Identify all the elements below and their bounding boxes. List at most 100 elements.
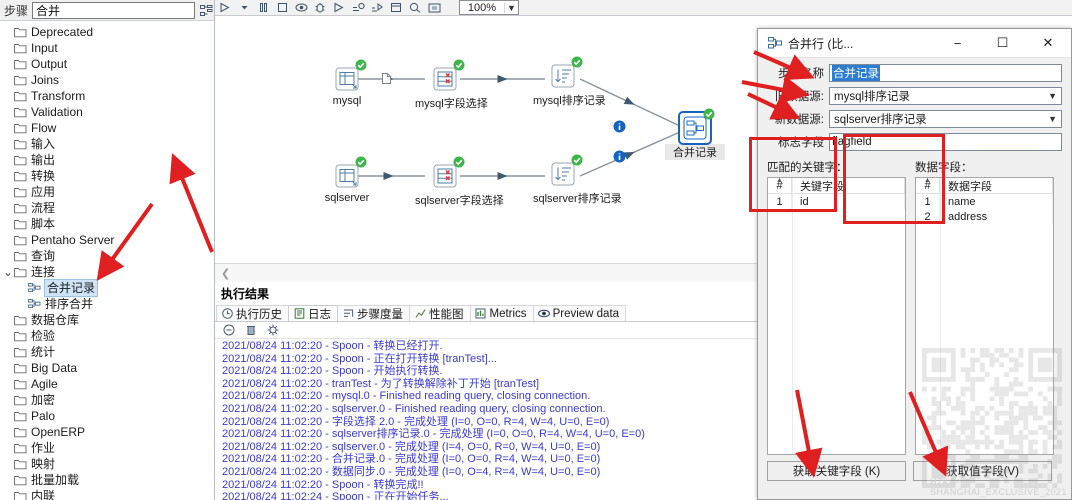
pause-icon[interactable] — [255, 0, 271, 15]
chevron-right-icon[interactable] — [2, 40, 14, 56]
dialog-title-bar[interactable]: 合并行 (比... − ☐ ✕ — [758, 29, 1071, 58]
steps-search-input[interactable] — [32, 2, 195, 19]
chevron-right-icon[interactable] — [2, 24, 14, 40]
chevron-right-icon[interactable] — [2, 392, 14, 408]
canvas-node-sqlserver-sort[interactable]: sqlserver排序记录 — [533, 159, 593, 206]
tree-item-folder[interactable]: Pentaho Server — [0, 232, 214, 248]
debug-icon[interactable] — [312, 0, 328, 15]
chevron-right-icon[interactable] — [2, 168, 14, 184]
sql-icon[interactable] — [407, 0, 423, 15]
tree-item-folder[interactable]: 数据仓库 — [0, 312, 214, 328]
select-values-icon[interactable] — [430, 161, 460, 191]
tab-3[interactable]: 步骤度量 — [337, 305, 410, 321]
tree-item-folder[interactable]: 内联 — [0, 488, 214, 500]
grid-col-index[interactable]: ▲# — [916, 178, 940, 194]
grid-row[interactable]: 2address — [916, 209, 1053, 224]
tab-4[interactable]: 性能图 — [409, 305, 471, 321]
chevron-right-icon[interactable] — [2, 72, 14, 88]
analyze-icon[interactable] — [369, 0, 385, 15]
chevron-right-icon[interactable] — [2, 440, 14, 456]
chevron-right-icon[interactable] — [2, 184, 14, 200]
field-combo[interactable]: mysql排序记录▼ — [829, 87, 1062, 105]
tree-item-folder[interactable]: 脚本 — [0, 216, 214, 232]
field-input[interactable]: 合并记录 — [829, 64, 1062, 82]
chevron-right-icon[interactable] — [2, 376, 14, 392]
sort-rows-icon[interactable] — [548, 61, 578, 91]
canvas-node-sqlserver[interactable]: sqlserver — [317, 161, 377, 204]
tab-2[interactable]: 日志 — [288, 305, 338, 321]
chevron-right-icon[interactable] — [2, 312, 14, 328]
chevron-right-icon[interactable] — [2, 232, 14, 248]
chevron-right-icon[interactable] — [2, 56, 14, 72]
tree-item-folder[interactable]: Validation — [0, 104, 214, 120]
chevron-right-icon[interactable] — [2, 104, 14, 120]
chevron-right-icon[interactable] — [2, 488, 14, 500]
run-icon[interactable] — [217, 0, 233, 15]
chevron-right-icon[interactable] — [2, 248, 14, 264]
chevron-right-icon[interactable] — [2, 216, 14, 232]
chevron-right-icon[interactable] — [2, 120, 14, 136]
tree-item-folder[interactable]: Palo — [0, 408, 214, 424]
table-input-icon[interactable] — [332, 64, 362, 94]
chevron-down-icon[interactable]: ⌄ — [2, 264, 14, 280]
chevron-right-icon[interactable] — [2, 456, 14, 472]
tree-item-folder[interactable]: 检验 — [0, 328, 214, 344]
table-input-icon[interactable] — [332, 161, 362, 191]
chevron-right-icon[interactable] — [2, 88, 14, 104]
preview-icon[interactable] — [293, 0, 309, 15]
canvas-node-merge[interactable]: 合并记录 — [665, 113, 725, 160]
chevron-right-icon[interactable] — [2, 200, 14, 216]
canvas-node-mysql-select[interactable]: mysql字段选择 — [415, 64, 475, 111]
chevron-down-icon[interactable]: ▼ — [504, 3, 518, 13]
field-combo[interactable]: sqlserver排序记录▼ — [829, 110, 1062, 128]
grid-col-index[interactable]: ▲# — [768, 178, 792, 194]
verify-icon[interactable] — [350, 0, 366, 15]
close-button[interactable]: ✕ — [1025, 29, 1071, 58]
maximize-button[interactable]: ☐ — [980, 29, 1025, 58]
canvas-node-mysql[interactable]: mysql — [317, 64, 377, 107]
canvas-node-mysql-sort[interactable]: mysql排序记录 — [533, 61, 593, 108]
tab-5[interactable]: Metrics — [470, 305, 534, 321]
impact-icon[interactable] — [388, 0, 404, 15]
chevron-right-icon[interactable] — [2, 424, 14, 440]
tree-item-folder[interactable]: 查询 — [0, 248, 214, 264]
chevron-right-icon[interactable] — [2, 328, 14, 344]
merge-rows-icon[interactable] — [680, 113, 710, 143]
tree-item-folder[interactable]: 批量加载 — [0, 472, 214, 488]
grid-col-name[interactable]: 数据字段 — [940, 178, 1053, 194]
delete-icon[interactable] — [244, 324, 257, 337]
collapse-icon[interactable]: ❮ — [221, 267, 230, 280]
zoom-combo[interactable]: 100%▼ — [459, 0, 519, 15]
tree-item-folder[interactable]: Transform — [0, 88, 214, 104]
steps-tree[interactable]: DeprecatedInputOutputJoinsTransformValid… — [0, 22, 214, 500]
chevron-right-icon[interactable] — [2, 360, 14, 376]
select-values-icon[interactable] — [430, 64, 460, 94]
tree-item-step[interactable]: 排序合并 — [0, 296, 214, 312]
chevron-right-icon[interactable] — [2, 472, 14, 488]
clear-log-icon[interactable] — [222, 324, 235, 337]
tree-item-folder[interactable]: Joins — [0, 72, 214, 88]
tab-6[interactable]: Preview data — [533, 305, 626, 321]
tree-item-folder[interactable]: 流程 — [0, 200, 214, 216]
chevron-right-icon[interactable] — [2, 152, 14, 168]
tree-item-folder[interactable]: 映射 — [0, 456, 214, 472]
tree-item-folder[interactable]: 转换 — [0, 168, 214, 184]
tree-item-folder[interactable]: Output — [0, 56, 214, 72]
log-settings-icon[interactable] — [266, 324, 279, 337]
tree-item-folder[interactable]: ⌄连接 — [0, 264, 214, 280]
chevron-right-icon[interactable] — [2, 344, 14, 360]
tree-item-folder[interactable]: 应用 — [0, 184, 214, 200]
tree-item-folder[interactable]: Agile — [0, 376, 214, 392]
canvas-node-sqlserver-select[interactable]: sqlserver字段选择 — [415, 161, 475, 208]
tree-item-folder[interactable]: OpenERP — [0, 424, 214, 440]
tree-item-folder[interactable]: 输入 — [0, 136, 214, 152]
replay-icon[interactable] — [331, 0, 347, 15]
tree-item-folder[interactable]: Deprecated — [0, 24, 214, 40]
tree-item-folder[interactable]: 作业 — [0, 440, 214, 456]
chevron-down-icon[interactable]: ▼ — [1048, 114, 1059, 124]
sort-rows-icon[interactable] — [548, 159, 578, 189]
tree-item-folder[interactable]: 统计 — [0, 344, 214, 360]
tree-item-folder[interactable]: Flow — [0, 120, 214, 136]
grid-row[interactable]: 1id — [768, 194, 905, 209]
tree-item-folder[interactable]: Input — [0, 40, 214, 56]
